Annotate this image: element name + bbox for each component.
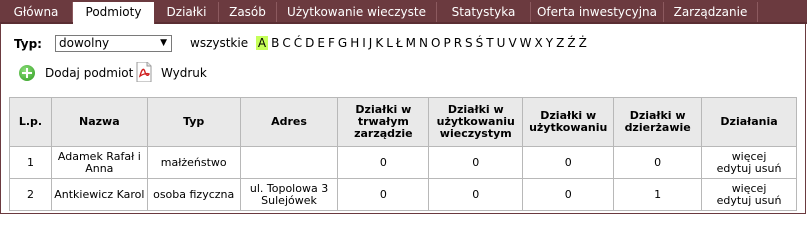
typ-select[interactable]: dowolny ▼ — [55, 35, 172, 52]
letter-link-9[interactable]: I — [362, 36, 366, 50]
letter-filter: wszystkie ABCĆDEFGHIJKLŁMNOPRSŚTUVWXYZŹŻ — [190, 36, 593, 50]
letter-link-10[interactable]: J — [369, 36, 373, 50]
letter-link-23[interactable]: V — [508, 36, 516, 50]
letter-link-6[interactable]: F — [328, 36, 335, 50]
pdf-icon — [136, 62, 152, 82]
edit-link[interactable]: edytuj — [717, 162, 752, 175]
letter-link-1[interactable]: B — [271, 36, 279, 50]
cell-wieczysty: 0 — [428, 146, 524, 179]
letter-link-4[interactable]: D — [305, 36, 314, 50]
letter-link-3[interactable]: Ć — [294, 36, 302, 50]
letter-link-20[interactable]: Ś — [476, 36, 484, 50]
tab-uzytkowanie-wieczyste[interactable]: Użytkowanie wieczyste — [277, 2, 437, 22]
cell-uzytkowanie: 0 — [522, 178, 615, 211]
header-dzialania: Działania — [701, 97, 797, 147]
cell-dzierzawa: 1 — [613, 178, 703, 211]
cell-lp: 1 — [9, 146, 52, 179]
header-trwaly-zarzad: Działki w trwałym zarządzie — [337, 97, 430, 147]
letter-link-16[interactable]: O — [431, 36, 440, 50]
tab-oferta-inwestycyjna[interactable]: Oferta inwestycyjna — [531, 2, 664, 22]
edit-link[interactable]: edytuj — [717, 194, 752, 207]
cell-trwaly: 0 — [337, 146, 430, 179]
letter-link-12[interactable]: L — [386, 36, 393, 50]
page: Główna Podmioty Działki Zasób Użytkowani… — [0, 0, 807, 214]
letter-link-24[interactable]: W — [520, 36, 532, 50]
letter-all-link[interactable]: wszystkie — [190, 36, 248, 50]
header-dzierzawa: Działki w dzierżawie — [613, 97, 703, 147]
letter-link-11[interactable]: K — [375, 36, 383, 50]
cell-actions: więcej edytuj usuń — [701, 146, 797, 179]
letter-link-7[interactable]: G — [338, 36, 347, 50]
letter-link-21[interactable]: T — [486, 36, 493, 50]
delete-link[interactable]: usuń — [755, 162, 782, 175]
header-typ: Typ — [146, 97, 241, 147]
typ-label: Typ: — [14, 37, 42, 51]
letter-link-29[interactable]: Ż — [579, 36, 587, 50]
cell-typ: małżeństwo — [146, 146, 241, 179]
typ-select-value: dowolny — [59, 36, 110, 50]
letter-link-26[interactable]: Y — [546, 36, 553, 50]
letter-list: ABCĆDEFGHIJKLŁMNOPRSŚTUVWXYZŹŻ — [255, 36, 590, 50]
cell-adres: ul. Topolowa 3 Sulejówek — [239, 178, 339, 211]
letter-link-19[interactable]: S — [465, 36, 473, 50]
tab-statystyka[interactable]: Statystyka — [437, 2, 531, 22]
header-nazwa: Nazwa — [50, 97, 148, 147]
cell-uzytkowanie: 0 — [522, 146, 615, 179]
letter-link-13[interactable]: Ł — [396, 36, 403, 50]
table-row: 2 Antkiewicz Karol osoba fizyczna ul. To… — [9, 178, 797, 211]
table-row: 1 Adamek Rafał i Anna małżeństwo 0 0 0 0… — [9, 146, 797, 179]
header-uzytkowanie: Działki w użytkowaniu — [522, 97, 615, 147]
subjects-table: L.p. Nazwa Typ Adres Działki w trwałym z… — [9, 97, 797, 211]
cell-adres — [239, 146, 339, 179]
cell-lp: 2 — [9, 178, 52, 211]
chevron-down-icon: ▼ — [160, 38, 167, 48]
header-uzytkowanie-wieczyste: Działki w użytkowaniu wieczystym — [428, 97, 524, 147]
letter-link-0[interactable]: A — [255, 36, 269, 50]
table-header-row: L.p. Nazwa Typ Adres Działki w trwałym z… — [9, 97, 797, 147]
cell-wieczysty: 0 — [428, 178, 524, 211]
tab-glowna[interactable]: Główna — [0, 2, 73, 22]
letter-link-8[interactable]: H — [350, 36, 359, 50]
tab-zarzadzanie[interactable]: Zarządzanie — [664, 2, 758, 22]
tab-dzialki[interactable]: Działki — [155, 2, 219, 22]
tab-podmioty[interactable]: Podmioty — [73, 2, 155, 24]
cell-actions: więcej edytuj usuń — [701, 178, 797, 211]
top-nav: Główna Podmioty Działki Zasób Użytkowani… — [0, 0, 807, 24]
letter-link-15[interactable]: N — [419, 36, 428, 50]
letter-link-22[interactable]: U — [497, 36, 506, 50]
delete-link[interactable]: usuń — [755, 194, 782, 207]
letter-link-18[interactable]: R — [454, 36, 462, 50]
letter-link-25[interactable]: X — [535, 36, 543, 50]
plus-circle-icon — [19, 65, 35, 81]
letter-link-14[interactable]: M — [406, 36, 416, 50]
letter-link-27[interactable]: Z — [556, 36, 564, 50]
letter-link-2[interactable]: C — [282, 36, 290, 50]
letter-link-5[interactable]: E — [317, 36, 325, 50]
letter-link-28[interactable]: Ź — [567, 36, 575, 50]
cell-trwaly: 0 — [337, 178, 430, 211]
add-subject-label: Dodaj podmiot — [45, 66, 134, 80]
print-label: Wydruk — [161, 66, 207, 80]
cell-typ: osoba fizyczna — [146, 178, 241, 211]
cell-nazwa: Adamek Rafał i Anna — [50, 146, 148, 179]
tab-zasob[interactable]: Zasób — [219, 2, 277, 22]
header-adres: Adres — [239, 97, 339, 147]
header-lp: L.p. — [9, 97, 52, 147]
letter-link-17[interactable]: P — [443, 36, 450, 50]
cell-dzierzawa: 0 — [613, 146, 703, 179]
cell-nazwa: Antkiewicz Karol — [50, 178, 148, 211]
